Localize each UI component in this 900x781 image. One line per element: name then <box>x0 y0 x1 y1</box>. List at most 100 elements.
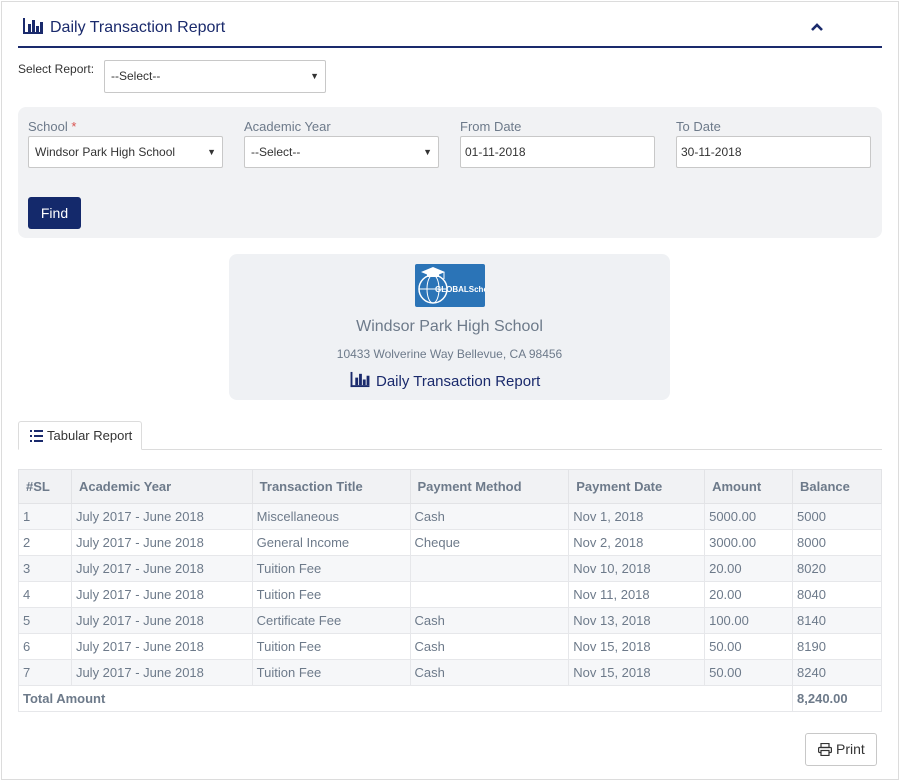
table-cell: Nov 10, 2018 <box>568 555 706 582</box>
academic-year-value: --Select-- <box>251 145 301 159</box>
table-cell: Cheque <box>409 529 570 556</box>
table-cell: 8040 <box>792 581 882 608</box>
table-cell: Tuition Fee <box>251 659 411 686</box>
tabs-divider <box>18 449 882 450</box>
table-cell: 50.00 <box>704 633 794 660</box>
table-cell: Miscellaneous <box>251 503 411 530</box>
table-cell: 20.00 <box>704 581 794 608</box>
table-cell: 8240 <box>792 659 882 686</box>
printer-icon <box>818 743 832 756</box>
table-cell: Nov 13, 2018 <box>568 607 706 634</box>
table-cell: Cash <box>409 659 570 686</box>
table-cell: 3 <box>18 555 72 582</box>
table-cell: Nov 15, 2018 <box>568 659 706 686</box>
table-cell: Tuition Fee <box>251 555 411 582</box>
table-cell: 50.00 <box>704 659 794 686</box>
table-row: 7 July 2017 - June 2018 Tuition Fee Cash… <box>18 659 882 686</box>
tab-label: Tabular Report <box>47 428 133 443</box>
table-cell: 8140 <box>792 607 882 634</box>
table-cell <box>409 555 570 582</box>
logo-text: GLOBALSchool <box>435 285 485 294</box>
table-cell: July 2017 - June 2018 <box>70 659 253 686</box>
print-button[interactable]: Print <box>805 733 877 766</box>
caret-down-icon: ▼ <box>423 147 432 157</box>
table-row: 4 July 2017 - June 2018 Tuition Fee Nov … <box>18 581 882 608</box>
table-cell: Nov 2, 2018 <box>568 529 706 556</box>
table-cell: 1 <box>18 503 72 530</box>
table-cell: 7 <box>18 659 72 686</box>
caret-down-icon: ▼ <box>207 147 216 157</box>
column-header: Academic Year <box>70 469 253 504</box>
total-value: 8,240.00 <box>792 685 882 712</box>
tab-tabular-report[interactable]: Tabular Report <box>18 421 142 450</box>
table-cell: 100.00 <box>704 607 794 634</box>
bar-chart-icon <box>22 17 44 40</box>
column-header: #SL <box>18 469 72 504</box>
total-label: Total Amount <box>17 685 794 712</box>
table-cell: July 2017 - June 2018 <box>70 529 253 556</box>
column-header: Balance <box>792 469 882 504</box>
table-cell: 4 <box>18 581 72 608</box>
column-header: Payment Method <box>409 469 570 504</box>
table-cell: Certificate Fee <box>251 607 411 634</box>
table-cell: Cash <box>409 633 570 660</box>
table-cell: 6 <box>18 633 72 660</box>
table-cell: 2 <box>18 529 72 556</box>
select-report-value: --Select-- <box>111 69 161 83</box>
total-row: Total Amount 8,240.00 <box>17 685 882 712</box>
table-cell: Nov 1, 2018 <box>568 503 706 530</box>
table-cell: 20.00 <box>704 555 794 582</box>
table-cell: Cash <box>409 607 570 634</box>
table-cell: July 2017 - June 2018 <box>70 581 253 608</box>
table-row: 1 July 2017 - June 2018 Miscellaneous Ca… <box>18 503 882 530</box>
transaction-table: #SL Academic Year Transaction Title Paym… <box>17 469 882 712</box>
column-header: Payment Date <box>568 469 706 504</box>
table-cell <box>409 581 570 608</box>
report-panel-header: Daily Transaction Report <box>18 10 882 48</box>
table-cell: 8000 <box>792 529 882 556</box>
school-name: Windsor Park High School <box>356 318 543 335</box>
school-logo: GLOBALSchool <box>415 264 485 307</box>
table-row: 3 July 2017 - June 2018 Tuition Fee Nov … <box>18 555 882 582</box>
table-cell: Tuition Fee <box>251 633 411 660</box>
academic-year-dropdown[interactable]: --Select-- ▼ <box>244 136 439 168</box>
school-label: School * <box>28 119 77 134</box>
table-cell: July 2017 - June 2018 <box>70 503 253 530</box>
table-cell: 5000 <box>792 503 882 530</box>
table-cell: Tuition Fee <box>251 581 411 608</box>
table-cell: 3000.00 <box>704 529 794 556</box>
required-mark: * <box>71 119 77 134</box>
report-header-card: GLOBALSchool Windsor Park High School 10… <box>229 254 670 400</box>
table-cell: July 2017 - June 2018 <box>70 607 253 634</box>
academic-year-label: Academic Year <box>244 119 331 134</box>
select-report-dropdown[interactable]: --Select-- ▼ <box>104 60 326 93</box>
table-cell: July 2017 - June 2018 <box>70 633 253 660</box>
caret-down-icon: ▼ <box>310 71 319 81</box>
table-row: 2 July 2017 - June 2018 General Income C… <box>18 529 882 556</box>
column-header: Transaction Title <box>251 469 411 504</box>
column-header: Amount <box>704 469 794 504</box>
table-cell: 5000.00 <box>704 503 794 530</box>
school-value: Windsor Park High School <box>35 145 176 159</box>
table-cell: Nov 11, 2018 <box>568 581 706 608</box>
filter-panel <box>18 107 882 238</box>
table-cell: Nov 15, 2018 <box>568 633 706 660</box>
table-cell: General Income <box>251 529 411 556</box>
from-date-field[interactable]: 01-11-2018 <box>460 136 655 168</box>
table-row: 5 July 2017 - June 2018 Certificate Fee … <box>18 607 882 634</box>
from-date-label: From Date <box>460 119 522 134</box>
school-address: 10433 Wolverine Way Bellevue, CA 98456 <box>336 347 563 361</box>
find-button[interactable]: Find <box>28 197 81 229</box>
select-report-label: Select Report: <box>18 62 95 76</box>
table-cell: 5 <box>18 607 72 634</box>
bar-chart-icon <box>350 371 370 388</box>
table-cell: July 2017 - June 2018 <box>70 555 253 582</box>
chevron-up-icon[interactable] <box>810 20 824 38</box>
page-title: Daily Transaction Report <box>50 19 226 36</box>
table-row: 6 July 2017 - June 2018 Tuition Fee Cash… <box>18 633 882 660</box>
list-icon <box>30 430 43 442</box>
table-cell: 8190 <box>792 633 882 660</box>
table-cell: Cash <box>409 503 570 530</box>
to-date-field[interactable]: 30-11-2018 <box>676 136 871 168</box>
school-dropdown[interactable]: Windsor Park High School ▼ <box>28 136 223 168</box>
